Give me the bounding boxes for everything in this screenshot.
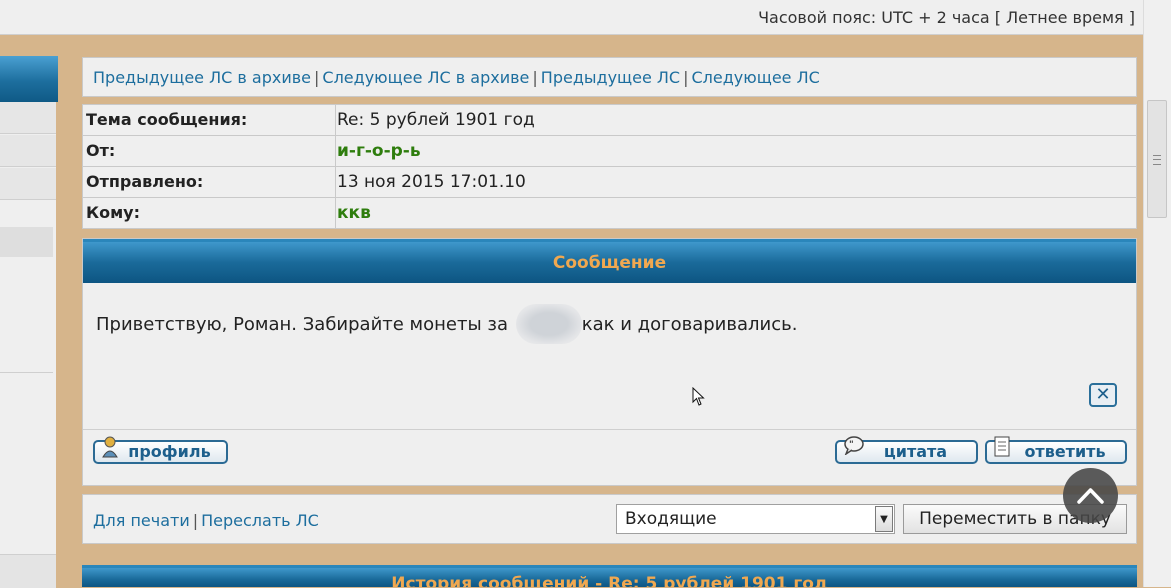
chevron-down-icon[interactable]: ▼ (875, 506, 893, 532)
sidebar-item[interactable] (0, 168, 56, 200)
info-row-from: От: и-г-о-р-ь (83, 136, 1136, 167)
subject-label: Тема сообщения: (83, 105, 336, 135)
profile-button[interactable]: профиль (93, 436, 228, 464)
sidebar-item[interactable] (0, 135, 56, 167)
message-divider (83, 429, 1136, 430)
sidebar-item-selected[interactable] (0, 227, 53, 257)
quote-label: цитата (883, 442, 948, 461)
print-link[interactable]: Для печати (93, 511, 190, 530)
blurred-amount (515, 304, 582, 344)
folder-select[interactable]: Входящие ▼ (616, 504, 895, 534)
reply-button[interactable]: ответить (985, 436, 1127, 464)
next-archive-link[interactable]: Следующее ЛС в архиве (322, 68, 529, 87)
svg-text:": " (849, 440, 854, 450)
info-row-to: Кому: ккв (83, 198, 1136, 228)
history-title: История сообщений - Re: 5 рублей 1901 го… (391, 574, 828, 587)
message-footer: Для печати | Переслать ЛС Входящие ▼ Перем… (82, 494, 1137, 544)
message-header: Сообщение (83, 239, 1136, 283)
message-body: Приветствую, Роман. Забирайте монеты за … (96, 304, 798, 344)
sent-value: 13 ноя 2015 17:01.10 (337, 172, 526, 192)
left-sidebar (0, 56, 58, 588)
message-info-table: Тема сообщения: Re: 5 рублей 1901 год От… (82, 104, 1137, 229)
profile-icon (101, 435, 119, 459)
message-text-end: как и договаривались. (581, 314, 798, 335)
prev-pm-link[interactable]: Предыдущее ЛС (541, 68, 680, 87)
scrollbar-thumb[interactable] (1147, 100, 1167, 218)
from-username[interactable]: и-г-о-р-ь (337, 136, 421, 166)
grip-icon (1153, 155, 1161, 165)
page-scrollbar[interactable] (1143, 0, 1171, 587)
sidebar-divider (0, 372, 53, 373)
history-header: История сообщений - Re: 5 рублей 1901 го… (82, 565, 1137, 587)
top-bar: Часовой пояс: UTC + 2 часа [ Летнее врем… (0, 0, 1143, 35)
message-panel: Сообщение Приветствую, Роман. Забирайте … (82, 238, 1137, 486)
pm-navigation: Предыдущее ЛС в архиве | Следующее ЛС в ар… (82, 57, 1137, 97)
sidebar-item[interactable] (0, 554, 56, 588)
subject-value: Re: 5 рублей 1901 год (337, 110, 535, 130)
next-pm-link[interactable]: Следующее ЛС (692, 68, 820, 87)
reply-icon (993, 435, 1011, 459)
timezone-text: Часовой пояс: UTC + 2 часа [ Летнее врем… (758, 8, 1135, 27)
profile-label: профиль (128, 442, 211, 461)
sidebar-item[interactable] (0, 102, 56, 134)
quote-icon: " (843, 435, 864, 459)
mouse-cursor-icon (692, 387, 705, 406)
reply-label: ответить (1024, 442, 1106, 461)
quote-button[interactable]: " цитата (835, 436, 978, 464)
folder-select-value: Входящие (625, 509, 717, 529)
message-text-start: Приветствую, Роман. Забирайте монеты за (96, 314, 514, 335)
sidebar-header (0, 56, 58, 102)
scroll-top-button[interactable] (1063, 468, 1118, 523)
sent-label: Отправлено: (83, 167, 336, 197)
to-username[interactable]: ккв (337, 198, 371, 228)
info-row-sent: Отправлено: 13 ноя 2015 17:01.10 (83, 167, 1136, 198)
forward-pm-link[interactable]: Переслать ЛС (201, 511, 319, 530)
chevron-up-icon (1077, 488, 1104, 504)
to-label: Кому: (83, 198, 336, 228)
from-label: От: (83, 136, 336, 166)
info-row-subject: Тема сообщения: Re: 5 рублей 1901 год (83, 105, 1136, 136)
close-icon[interactable]: ✕ (1089, 383, 1117, 407)
prev-archive-link[interactable]: Предыдущее ЛС в архиве (93, 68, 311, 87)
